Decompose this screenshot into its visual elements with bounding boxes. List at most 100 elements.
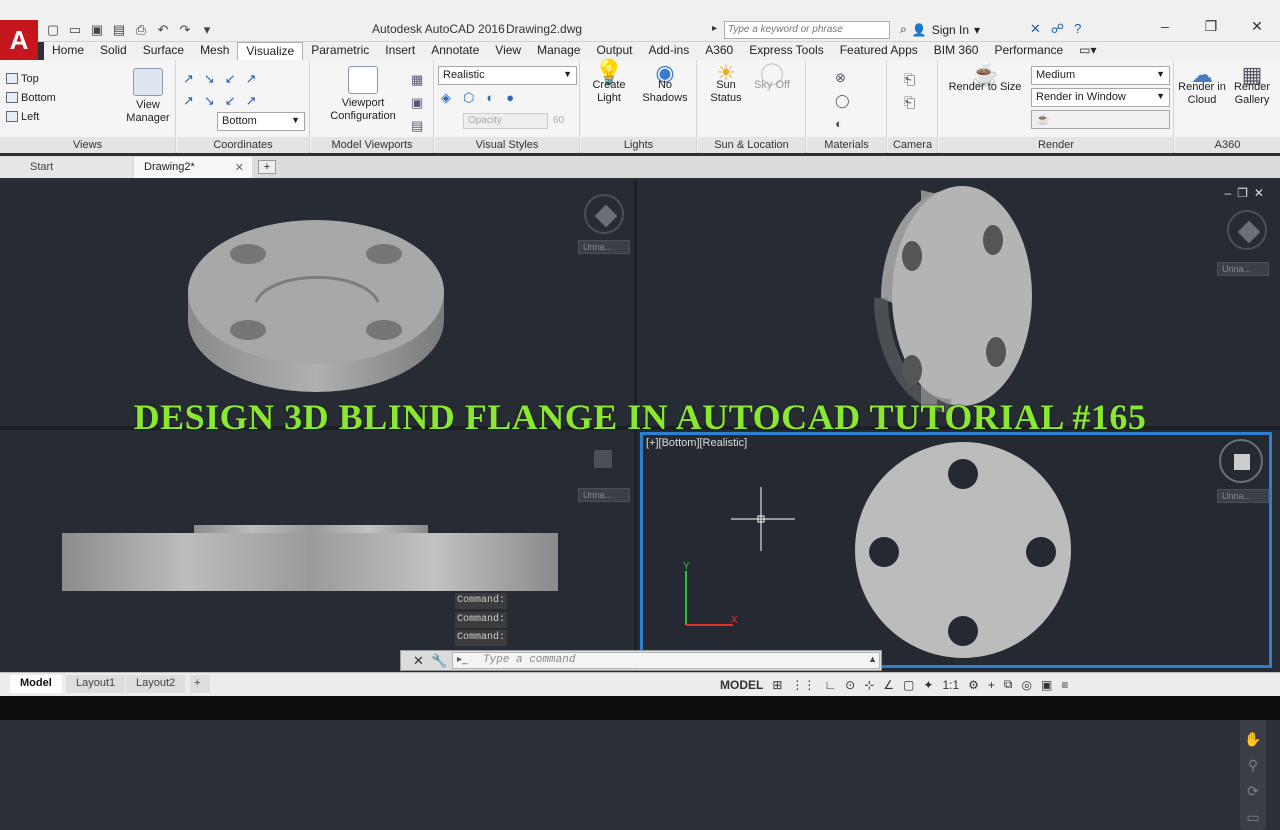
annotation-scale[interactable]: 1:1 [942,678,959,692]
new-tab-button[interactable]: + [258,160,276,174]
viewport-top-left[interactable]: Unna... [0,180,634,426]
render-quality-combo[interactable]: Medium ▼ [1031,66,1170,85]
search-expand-icon[interactable]: ▸ [712,23,717,34]
connect-icon[interactable]: ☍ [1051,21,1064,37]
wrench-icon[interactable]: 🔧 [431,653,447,669]
render-gallery-button[interactable]: ▦ Render Gallery [1227,64,1277,107]
ucs-unnamed-label[interactable]: Unna... [1217,262,1269,276]
render-environment-combo[interactable]: ☕ [1031,110,1170,129]
search-input[interactable]: Type a keyword or phrase [724,21,890,39]
showmotion-icon[interactable]: ▭ [1240,804,1266,830]
tab-surface[interactable]: Surface [135,42,192,60]
ortho-icon[interactable]: ∟ [824,678,836,692]
binoculars-icon[interactable]: ⌕ [900,22,907,37]
layout2-tab[interactable]: Layout2 [126,675,186,693]
tab-a360[interactable]: A360 [697,42,741,60]
application-menu-button[interactable]: A [0,20,38,60]
opacity-slider[interactable]: Opacity [463,113,548,129]
tab-add-ins[interactable]: Add-ins [641,42,698,60]
ucs-icons[interactable]: ↗↘↙↗ ↗↘↙↗ [183,68,267,112]
visual-style-tools[interactable]: ◈⬡◐● [441,90,526,106]
tab-manage[interactable]: Manage [529,42,588,60]
tab-view[interactable]: View [487,42,529,60]
tab-home[interactable]: Home [44,42,92,60]
tab-visualize[interactable]: Visualize [237,42,304,60]
ribbon-options-icon[interactable]: ▭▾ [1071,42,1104,60]
viewport-configuration-button[interactable]: Viewport Configuration [321,66,405,123]
close-icon[interactable]: ✕ [1234,18,1280,35]
redo-icon[interactable]: ↷ [176,22,194,38]
viewport-tools-icons[interactable]: ▦ ▣ ▤ [411,68,423,137]
sky-off-button[interactable]: ◯ Sky Off [750,62,794,92]
tab-express-tools[interactable]: Express Tools [741,42,831,60]
ucs-combo[interactable]: Bottom ▼ [217,112,305,131]
save-icon[interactable]: ▣ [88,22,106,38]
start-tab[interactable]: Start [0,157,132,178]
viewport-bottom-right-active[interactable]: [+][Bottom][Realistic] Y X Unna... [640,432,1272,668]
polar-icon[interactable]: ⊙ [845,678,855,692]
customize-icon[interactable]: ≡ [1061,678,1068,692]
visual-style-combo[interactable]: Realistic ▼ [438,66,577,85]
transparency-icon[interactable]: ▢ [903,678,914,692]
layout1-tab[interactable]: Layout1 [66,675,126,693]
chevron-up-icon[interactable]: ▲ [868,654,877,664]
chevron-down-icon[interactable]: ▾ [974,23,980,37]
sign-in-label[interactable]: Sign In [932,23,969,37]
new-icon[interactable]: ▢ [44,22,62,38]
viewcube[interactable] [1219,439,1263,483]
saveas-icon[interactable]: ▤ [110,22,128,38]
model-space-toggle[interactable]: MODEL [720,678,763,692]
tab-performance[interactable]: Performance [986,42,1071,60]
gear-icon[interactable]: ⚙ [968,678,979,692]
viewcube-top-icon[interactable] [594,450,612,468]
hardware-icon[interactable]: ◎ [1022,678,1032,692]
view-item-left[interactable]: Left [6,107,56,126]
tab-output[interactable]: Output [588,42,640,60]
view-item-top[interactable]: Top [6,69,56,88]
viewport-bottom-left[interactable]: Unna... Command: Command: Command: [0,430,634,672]
grid-icon[interactable]: ⊞ [772,678,782,692]
tab-annotate[interactable]: Annotate [423,42,487,60]
close-tab-icon[interactable]: ✕ [235,161,244,174]
open-icon[interactable]: ▭ [66,22,84,38]
view-manager-button[interactable]: View Manager [124,68,172,125]
render-in-combo[interactable]: Render in Window ▼ [1031,88,1170,107]
tab-bim-360[interactable]: BIM 360 [926,42,987,60]
minimize-icon[interactable]: – [1142,18,1188,35]
viewcube[interactable] [584,194,624,234]
tab-mesh[interactable]: Mesh [192,42,237,60]
tab-solid[interactable]: Solid [92,42,135,60]
snap-icon[interactable]: ⋮⋮ [791,678,815,692]
orbit-icon[interactable]: ⟳ [1240,778,1266,804]
sun-status-button[interactable]: ☀ Sun Status [704,62,748,105]
ucs-unnamed-label[interactable]: Unna... [578,488,630,502]
exchange-icon[interactable]: ✕ [1030,21,1041,37]
viewcube[interactable] [1227,210,1267,250]
view-item-bottom[interactable]: Bottom [6,88,56,107]
zoom-icon[interactable]: ⚲ [1240,752,1266,778]
clean-screen-icon[interactable]: ▣ [1041,678,1052,692]
restore-icon[interactable]: ❐ [1188,18,1234,35]
pan-icon[interactable]: ✋ [1240,726,1266,752]
render-in-cloud-button[interactable]: ☁ Render in Cloud [1177,64,1227,107]
render-to-size-button[interactable]: ☕ Render to Size [947,64,1023,94]
no-shadows-button[interactable]: ◉ No Shadows [637,62,693,105]
osnap-icon[interactable]: ⊹ [864,678,874,692]
camera-icon[interactable]: ⎗ ⎗ [904,68,915,114]
tab-parametric[interactable]: Parametric [303,42,377,60]
viewport-top-right[interactable]: –❐✕ Unna... [637,180,1280,426]
isolate-icon[interactable]: ⧉ [1004,677,1013,692]
plus-icon[interactable]: + [988,678,995,692]
command-prompt-icon[interactable]: ▸_ [457,654,468,665]
ucs-unnamed-label[interactable]: Unna... [1217,489,1269,503]
lineweight-icon[interactable]: ∠ [883,678,894,692]
create-light-button[interactable]: 💡 Create Light [587,61,631,105]
command-input[interactable]: Type a command [452,652,880,669]
sign-in-area[interactable]: ⌕ 👤 Sign In ▾ [900,22,980,37]
viewport-label[interactable]: [+][Bottom][Realistic] [646,437,747,449]
annotation-icon[interactable]: ✦ [923,678,933,692]
model-layout-tab[interactable]: Model [10,675,62,693]
plot-icon[interactable]: ⎙ [132,22,150,38]
qat-dropdown-icon[interactable]: ▾ [198,22,216,38]
viewport-window-controls[interactable]: –❐✕ [1225,186,1271,200]
